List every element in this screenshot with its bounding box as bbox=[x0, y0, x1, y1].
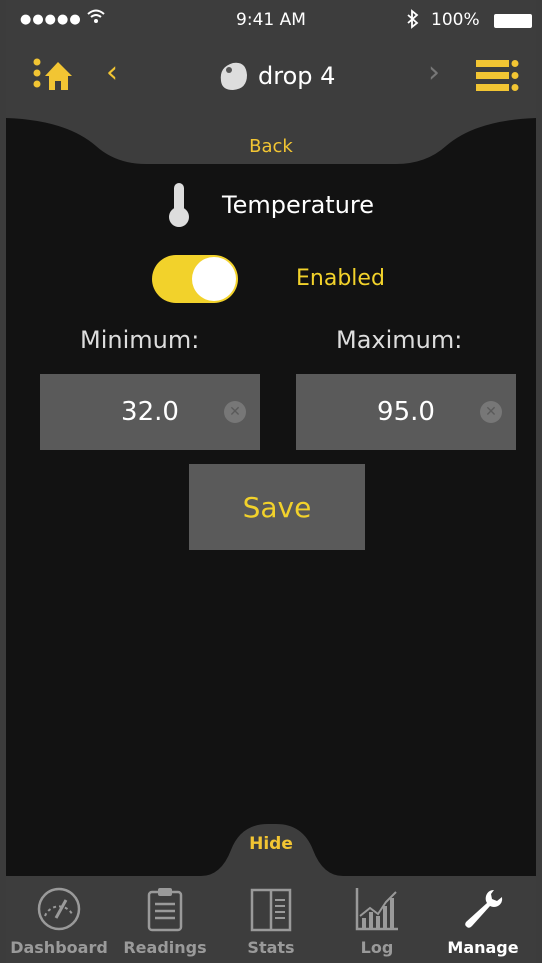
chevron-right-icon[interactable]: › bbox=[428, 58, 440, 88]
hide-label: Hide bbox=[249, 834, 293, 854]
drop-sensor-icon bbox=[216, 59, 250, 93]
toggle-knob bbox=[192, 257, 236, 301]
gauge-icon bbox=[37, 887, 81, 931]
status-bar: ●●●●● 9:41 AM 100% bbox=[6, 0, 536, 40]
thermometer-icon bbox=[166, 181, 192, 229]
nav-title: drop 4 bbox=[258, 62, 336, 90]
stats-icon bbox=[250, 888, 292, 932]
battery-percent: 100% bbox=[431, 10, 480, 30]
minimum-label: Minimum: bbox=[80, 326, 200, 354]
tab-log[interactable]: Log bbox=[324, 876, 430, 963]
home-icon[interactable] bbox=[32, 56, 76, 96]
chart-icon bbox=[355, 888, 398, 931]
phone-screen: ●●●●● 9:41 AM 100% ‹ drop 4 › Back Tempe… bbox=[6, 0, 536, 963]
clear-icon[interactable]: ✕ bbox=[224, 401, 246, 423]
tab-manage[interactable]: Manage bbox=[430, 876, 536, 963]
tab-readings[interactable]: Readings bbox=[112, 876, 218, 963]
maximum-label: Maximum: bbox=[336, 326, 463, 354]
sensor-heading: Temperature bbox=[166, 180, 374, 230]
back-button[interactable]: Back bbox=[6, 116, 536, 166]
menu-icon[interactable] bbox=[476, 58, 520, 94]
wrench-icon bbox=[465, 890, 503, 928]
nav-bar: ‹ drop 4 › bbox=[6, 40, 536, 116]
tab-label: Manage bbox=[447, 938, 519, 957]
tab-bar: Dashboard Readings Stats Log Manage bbox=[6, 876, 536, 963]
tab-label: Stats bbox=[247, 938, 295, 957]
tab-label: Dashboard bbox=[10, 938, 108, 957]
chevron-left-icon[interactable]: ‹ bbox=[106, 58, 118, 88]
sensor-label: Temperature bbox=[222, 191, 375, 219]
save-button[interactable]: Save bbox=[189, 464, 365, 550]
tab-label: Log bbox=[360, 938, 394, 957]
tab-label: Readings bbox=[123, 938, 207, 957]
minimum-field: ✕ bbox=[40, 374, 260, 450]
maximum-field: ✕ bbox=[296, 374, 516, 450]
hide-button[interactable]: Hide bbox=[6, 820, 536, 878]
enabled-toggle[interactable] bbox=[152, 255, 238, 303]
nav-title-group: drop 4 bbox=[216, 56, 335, 96]
clipboard-icon bbox=[147, 888, 183, 932]
tab-stats[interactable]: Stats bbox=[218, 876, 324, 963]
enabled-label: Enabled bbox=[296, 266, 385, 291]
battery-icon bbox=[494, 14, 532, 28]
back-label: Back bbox=[249, 136, 293, 157]
tab-dashboard[interactable]: Dashboard bbox=[6, 876, 112, 963]
bluetooth-icon bbox=[406, 9, 420, 34]
clear-icon[interactable]: ✕ bbox=[480, 401, 502, 423]
